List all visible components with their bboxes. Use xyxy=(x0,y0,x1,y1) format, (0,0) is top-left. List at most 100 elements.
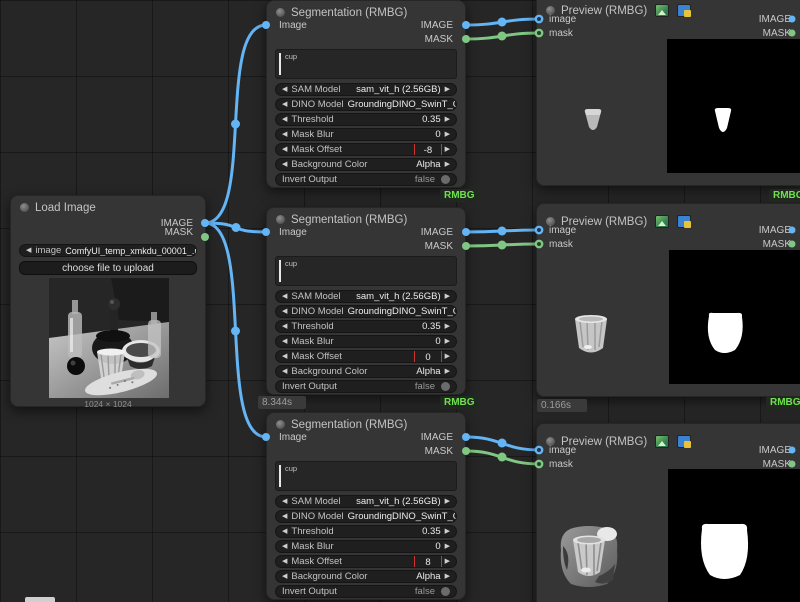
mask-blur-widget[interactable]: ◀ Mask Blur 0 ▶ xyxy=(275,128,457,141)
dino-model-widget[interactable]: ◀ DINO Model GroundingDINO_SwinT_OGC ...… xyxy=(275,98,457,111)
next-arrow-icon[interactable]: ▶ xyxy=(445,573,450,580)
prev-arrow-icon[interactable]: ◀ xyxy=(282,308,287,315)
input-slot-mask[interactable]: mask xyxy=(549,459,573,470)
next-arrow-icon[interactable]: ▶ xyxy=(445,368,450,375)
input-slot-image[interactable]: image xyxy=(549,445,576,456)
prev-arrow-icon[interactable]: ◀ xyxy=(282,86,287,93)
output-slot-mask[interactable]: MASK xyxy=(763,239,791,250)
mask-blur-widget[interactable]: ◀ Mask Blur 0 ▶ xyxy=(275,540,457,553)
prev-arrow-icon[interactable]: ◀ xyxy=(282,101,287,108)
mask-blur-widget[interactable]: ◀ Mask Blur 0 ▶ xyxy=(275,335,457,348)
prev-arrow-icon[interactable]: ◀ xyxy=(282,528,287,535)
sam-model-widget[interactable]: ◀ SAM Model sam_vit_h (2.56GB) ▶ xyxy=(275,290,457,303)
next-arrow-icon[interactable]: ▶ xyxy=(445,543,450,550)
next-arrow-icon[interactable]: ▶ xyxy=(445,116,450,123)
prev-arrow-icon[interactable]: ◀ xyxy=(282,353,287,360)
invert-output-toggle[interactable]: Invert Output false xyxy=(275,585,457,598)
threshold-widget[interactable]: ◀ Threshold 0.35 ▶ xyxy=(275,113,457,126)
threshold-widget[interactable]: ◀ Threshold 0.35 ▶ xyxy=(275,525,457,538)
output-slot-image[interactable]: IMAGE xyxy=(759,14,791,25)
input-slot-mask[interactable]: mask xyxy=(549,28,573,39)
sam-model-widget[interactable]: ◀ SAM Model sam_vit_h (2.56GB) ▶ xyxy=(275,495,457,508)
next-arrow-icon[interactable]: ▶ xyxy=(445,161,450,168)
next-arrow-icon[interactable]: ▶ xyxy=(445,558,450,565)
next-arrow-icon[interactable]: ▶ xyxy=(445,131,450,138)
prev-arrow-icon[interactable]: ◀ xyxy=(282,116,287,123)
input-slot-image[interactable]: Image xyxy=(279,20,307,31)
mask-offset-widget[interactable]: ◀ Mask Offset -8 ▶ xyxy=(275,143,457,156)
next-arrow-icon[interactable]: ▶ xyxy=(445,498,450,505)
sam-model-widget[interactable]: ◀ SAM Model sam_vit_h (2.56GB) ▶ xyxy=(275,83,457,96)
prev-arrow-icon[interactable]: ◀ xyxy=(282,131,287,138)
prev-arrow-icon[interactable]: ◀ xyxy=(282,558,287,565)
node-title-bar[interactable]: Load Image xyxy=(11,196,205,217)
output-slot-mask[interactable]: MASK xyxy=(425,34,453,45)
prev-arrow-icon[interactable]: ◀ xyxy=(282,498,287,505)
background-color-widget[interactable]: ◀ Background Color Alpha ▶ xyxy=(275,570,457,583)
load-image-node[interactable]: Load Image IMAGE MASK ◀ image ComfyUI_te… xyxy=(10,195,206,407)
preview-node-1[interactable]: Preview (RMBG) image mask IMAGE MASK xyxy=(536,0,800,186)
prompt-textarea[interactable]: cup xyxy=(275,49,457,79)
segmentation-node-2[interactable]: Segmentation (RMBG) Image IMAGE MASK cup… xyxy=(266,207,466,395)
collapse-dot-icon[interactable] xyxy=(276,420,285,429)
prev-arrow-icon[interactable]: ◀ xyxy=(282,573,287,580)
toggle-knob-icon[interactable] xyxy=(441,382,450,391)
output-slot-image[interactable]: IMAGE xyxy=(421,432,453,443)
collapse-dot-icon[interactable] xyxy=(276,215,285,224)
output-slot-mask[interactable]: MASK xyxy=(763,28,791,39)
prev-arrow-icon[interactable]: ◀ xyxy=(282,146,287,153)
prev-arrow-icon[interactable]: ◀ xyxy=(282,161,287,168)
preview-node-2[interactable]: Preview (RMBG) image mask IMAGE MASK xyxy=(536,203,800,397)
toggle-knob-icon[interactable] xyxy=(441,175,450,184)
next-arrow-icon[interactable]: ▶ xyxy=(445,86,450,93)
prev-arrow-icon[interactable]: ◀ xyxy=(282,323,287,330)
next-arrow-icon[interactable]: ▶ xyxy=(445,146,450,153)
background-color-widget[interactable]: ◀ Background Color Alpha ▶ xyxy=(275,158,457,171)
input-slot-mask[interactable]: mask xyxy=(549,239,573,250)
input-slot-image[interactable]: Image xyxy=(279,432,307,443)
prompt-textarea[interactable]: cup xyxy=(275,461,457,491)
mask-offset-widget[interactable]: ◀ Mask Offset 8 ▶ xyxy=(275,555,457,568)
input-slot-image[interactable]: Image xyxy=(279,227,307,238)
collapse-dot-icon[interactable] xyxy=(20,203,29,212)
output-slot-image[interactable]: IMAGE xyxy=(759,225,791,236)
invert-output-toggle[interactable]: Invert Output false xyxy=(275,380,457,393)
segmentation-node-1[interactable]: Segmentation (RMBG) Image IMAGE MASK cup… xyxy=(266,0,466,188)
dino-model-widget[interactable]: ◀ DINO Model GroundingDINO_SwinT_OGC ...… xyxy=(275,510,457,523)
output-slot-mask[interactable]: MASK xyxy=(425,446,453,457)
next-arrow-icon[interactable]: ▶ xyxy=(445,353,450,360)
next-arrow-icon[interactable]: ▶ xyxy=(445,293,450,300)
next-arrow-icon[interactable]: ▶ xyxy=(445,338,450,345)
input-slot-image[interactable]: image xyxy=(549,14,576,25)
collapse-dot-icon[interactable] xyxy=(276,8,285,17)
choose-file-button[interactable]: choose file to upload xyxy=(19,261,197,275)
output-slot-mask[interactable]: MASK xyxy=(425,241,453,252)
invert-output-toggle[interactable]: Invert Output false xyxy=(275,173,457,186)
node-title-bar[interactable]: Segmentation (RMBG) xyxy=(267,1,465,22)
image-file-selector[interactable]: ◀ image ComfyUI_temp_xmkdu_00001_.png ▶ xyxy=(19,244,197,257)
output-slot-image[interactable]: IMAGE xyxy=(421,20,453,31)
prev-arrow-icon[interactable]: ◀ xyxy=(282,513,287,520)
prev-arrow-icon[interactable]: ◀ xyxy=(282,543,287,550)
prev-arrow-icon[interactable]: ◀ xyxy=(282,293,287,300)
output-slot-mask[interactable]: MASK xyxy=(165,227,193,238)
node-title-bar[interactable]: Segmentation (RMBG) xyxy=(267,208,465,229)
mask-offset-widget[interactable]: ◀ Mask Offset 0 ▶ xyxy=(275,350,457,363)
prev-arrow-icon[interactable]: ◀ xyxy=(282,338,287,345)
toggle-knob-icon[interactable] xyxy=(441,587,450,596)
threshold-widget[interactable]: ◀ Threshold 0.35 ▶ xyxy=(275,320,457,333)
background-color-widget[interactable]: ◀ Background Color Alpha ▶ xyxy=(275,365,457,378)
prev-arrow-icon[interactable]: ◀ xyxy=(282,368,287,375)
node-title-bar[interactable]: Segmentation (RMBG) xyxy=(267,413,465,434)
output-slot-image[interactable]: IMAGE xyxy=(421,227,453,238)
node-graph-canvas[interactable]: Load Image IMAGE MASK ◀ image ComfyUI_te… xyxy=(0,0,800,602)
segmentation-node-3[interactable]: Segmentation (RMBG) Image IMAGE MASK cup… xyxy=(266,412,466,600)
prompt-textarea[interactable]: cup xyxy=(275,256,457,286)
next-arrow-icon[interactable]: ▶ xyxy=(445,528,450,535)
dino-model-widget[interactable]: ◀ DINO Model GroundingDINO_SwinT_OGC ...… xyxy=(275,305,457,318)
prev-arrow-icon[interactable]: ◀ xyxy=(26,247,31,254)
output-slot-image[interactable]: IMAGE xyxy=(759,445,791,456)
next-arrow-icon[interactable]: ▶ xyxy=(445,323,450,330)
preview-node-3[interactable]: Preview (RMBG) image mask IMAGE MASK xyxy=(536,423,800,602)
input-slot-image[interactable]: image xyxy=(549,225,576,236)
